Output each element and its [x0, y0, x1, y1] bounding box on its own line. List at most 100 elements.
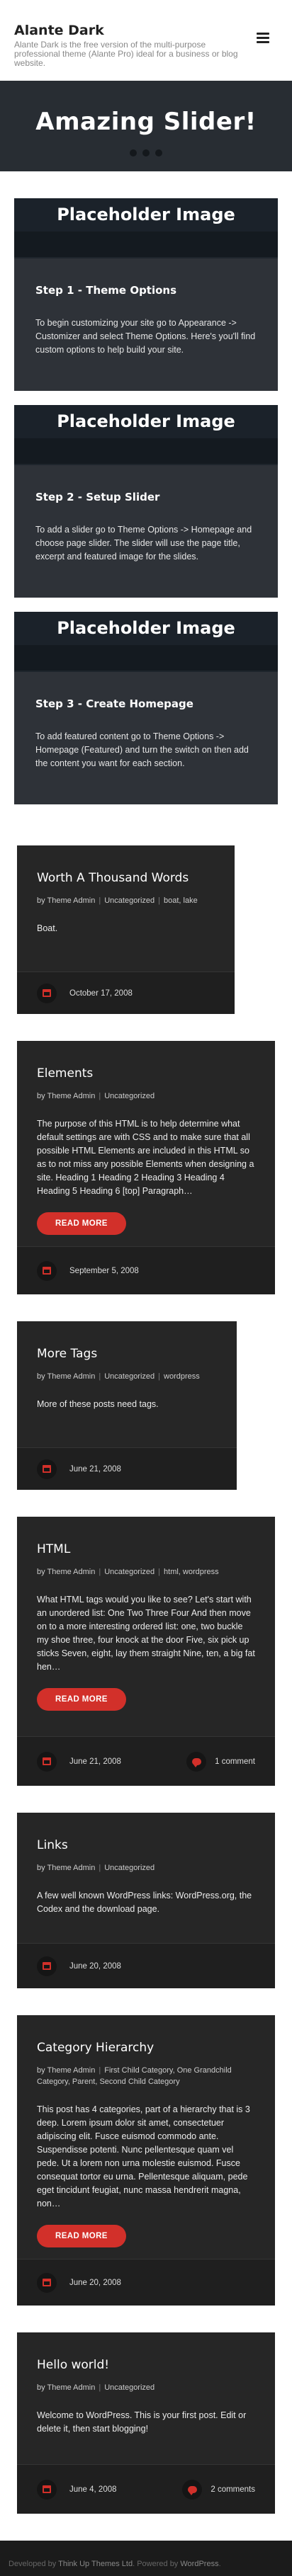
post-footer: June 20, 2008	[17, 2259, 275, 2306]
post-title[interactable]: Category Hierarchy	[37, 2041, 255, 2055]
post-card: Hello world! by Theme Admin | Uncategorize…	[17, 2332, 275, 2514]
post-author[interactable]: Theme Admin	[47, 2383, 95, 2392]
featured-content: Placeholder Image Step 1 - Theme Options…	[0, 171, 292, 833]
post-meta: by Theme Admin | First Child Category, One…	[37, 2066, 232, 2086]
post-author[interactable]: Theme Admin	[47, 1568, 95, 1576]
placeholder-image-label: Placeholder Image	[14, 198, 278, 232]
calendar-icon	[37, 1751, 57, 1772]
post-author[interactable]: Theme Admin	[47, 896, 95, 905]
post-meta: by Theme Admin | Uncategorized	[37, 1092, 155, 1100]
post-meta: by Theme Admin | Uncategorized | boat, lake	[37, 896, 198, 905]
post-tags[interactable]: wordpress	[164, 1372, 200, 1381]
post-excerpt: More of these posts need tags.	[37, 1399, 159, 1409]
feature-image: Placeholder Image	[14, 405, 278, 465]
placeholder-image-label: Placeholder Image	[14, 405, 278, 438]
post-author[interactable]: Theme Admin	[47, 1864, 95, 1872]
post-title[interactable]: More Tags	[37, 1347, 217, 1361]
post-meta: by Theme Admin | Uncategorized | html, wordp…	[37, 1568, 219, 1576]
post-footer: October 17, 2008	[17, 971, 235, 1014]
post-date[interactable]: June 21, 2008	[69, 1757, 121, 1766]
site-title[interactable]: Alante Dark	[14, 23, 278, 38]
feature-card: Placeholder Image Step 2 - Setup Slider …	[14, 405, 278, 598]
post-date[interactable]: October 17, 2008	[69, 989, 133, 998]
post-card: Worth A Thousand Words by Theme Admin | Un…	[17, 845, 235, 1014]
calendar-icon	[37, 1956, 57, 1976]
calendar-icon	[37, 983, 57, 1003]
read-more-button[interactable]: READ MORE	[37, 1688, 126, 1711]
post-author[interactable]: Theme Admin	[47, 1092, 95, 1100]
calendar-icon	[37, 1260, 57, 1281]
post-categories[interactable]: Uncategorized	[104, 1864, 155, 1872]
calendar-icon	[37, 2272, 57, 2293]
slider-pagination	[0, 149, 292, 156]
post-author[interactable]: Theme Admin	[47, 1372, 95, 1381]
footer-developed-by: Developed by	[9, 2560, 57, 2568]
feature-card: Placeholder Image Step 1 - Theme Options…	[14, 198, 278, 391]
post-categories[interactable]: Uncategorized	[104, 1372, 155, 1381]
feature-text: To begin customizing your site go to App…	[35, 318, 256, 355]
post-title[interactable]: HTML	[37, 1542, 255, 1556]
post-comments[interactable]: 1 comment	[186, 1751, 255, 1772]
post-card: Links by Theme Admin | Uncategorized A few…	[17, 1813, 275, 1988]
feature-title[interactable]: Step 1 - Theme Options	[14, 258, 278, 297]
post-excerpt: This post has 4 categories, part of a hi…	[37, 2104, 250, 2209]
hamburger-menu-icon[interactable]	[257, 33, 269, 44]
slider-dot-3[interactable]	[155, 149, 162, 156]
post-tags[interactable]: boat, lake	[164, 896, 198, 905]
site-header: Alante Dark Alante Dark is the free vers…	[0, 0, 292, 81]
slider-dot-1[interactable]	[130, 149, 137, 156]
post-card: HTML by Theme Admin | Uncategorized | html, …	[17, 1517, 275, 1786]
site-tagline: Alante Dark is the free version of the m…	[14, 40, 238, 68]
feature-card: Placeholder Image Step 3 - Create Homepa…	[14, 612, 278, 804]
post-date[interactable]: September 5, 2008	[69, 1267, 139, 1275]
post-excerpt: The purpose of this HTML is to help dete…	[37, 1119, 254, 1196]
post-date[interactable]: June 4, 2008	[69, 2485, 117, 2494]
post-title[interactable]: Worth A Thousand Words	[37, 871, 215, 885]
calendar-icon	[37, 1459, 57, 1479]
read-more-button[interactable]: READ MORE	[37, 2225, 126, 2247]
footer-platform-link[interactable]: WordPress	[180, 2560, 218, 2568]
post-footer: June 21, 2008 1 comment	[17, 1736, 275, 1786]
feature-title[interactable]: Step 3 - Create Homepage	[14, 672, 278, 710]
comment-icon	[182, 2479, 203, 2500]
post-date[interactable]: June 20, 2008	[69, 1962, 121, 1971]
feature-title[interactable]: Step 2 - Setup Slider	[14, 465, 278, 503]
slider-dot-2[interactable]	[142, 149, 150, 156]
post-title[interactable]: Elements	[37, 1066, 255, 1081]
post-card: More Tags by Theme Admin | Uncategorized | w…	[17, 1321, 237, 1490]
post-author[interactable]: Theme Admin	[47, 2066, 95, 2075]
post-title[interactable]: Hello world!	[37, 2358, 255, 2372]
comment-count[interactable]: 2 comments	[210, 2485, 255, 2494]
read-more-button[interactable]: READ MORE	[37, 1212, 126, 1235]
footer-powered-by: . Powered by	[133, 2560, 179, 2568]
post-categories[interactable]: Uncategorized	[104, 1568, 155, 1576]
post-title[interactable]: Links	[37, 1838, 255, 1852]
blog-posts: Worth A Thousand Words by Theme Admin | Un…	[0, 833, 292, 2514]
feature-text: To add a slider go to Theme Options -> H…	[35, 525, 252, 562]
post-card: Elements by Theme Admin | Uncategorized Th…	[17, 1041, 275, 1294]
post-footer: June 21, 2008	[17, 1447, 237, 1490]
post-comments[interactable]: 2 comments	[182, 2479, 255, 2500]
post-meta: by Theme Admin | Uncategorized	[37, 1864, 155, 1872]
comment-count[interactable]: 1 comment	[215, 1757, 255, 1766]
site-footer: Developed by Think Up Themes Ltd. Powere…	[0, 2541, 292, 2576]
post-footer: September 5, 2008	[17, 1246, 275, 1294]
slider-title: Amazing Slider!	[35, 108, 257, 136]
post-categories[interactable]: Uncategorized	[104, 2383, 155, 2392]
feature-image: Placeholder Image	[14, 612, 278, 672]
post-categories[interactable]: Uncategorized	[104, 896, 155, 905]
comment-icon	[186, 1751, 207, 1772]
footer-developer-link[interactable]: Think Up Themes Ltd	[58, 2560, 133, 2568]
feature-text: To add featured content go to Theme Opti…	[35, 731, 249, 768]
post-date[interactable]: June 21, 2008	[69, 1465, 121, 1474]
placeholder-image-label: Placeholder Image	[14, 612, 278, 645]
post-meta: by Theme Admin | Uncategorized | wordpress	[37, 1372, 200, 1381]
calendar-icon	[37, 2479, 57, 2500]
post-footer: June 4, 2008 2 comments	[17, 2464, 275, 2514]
post-excerpt: A few well known WordPress links: WordPr…	[37, 1891, 252, 1914]
post-date[interactable]: June 20, 2008	[69, 2279, 121, 2287]
post-excerpt: Boat.	[37, 923, 58, 933]
post-categories[interactable]: Uncategorized	[104, 1092, 155, 1100]
post-footer: June 20, 2008	[17, 1943, 275, 1988]
post-tags[interactable]: html, wordpress	[164, 1568, 219, 1576]
